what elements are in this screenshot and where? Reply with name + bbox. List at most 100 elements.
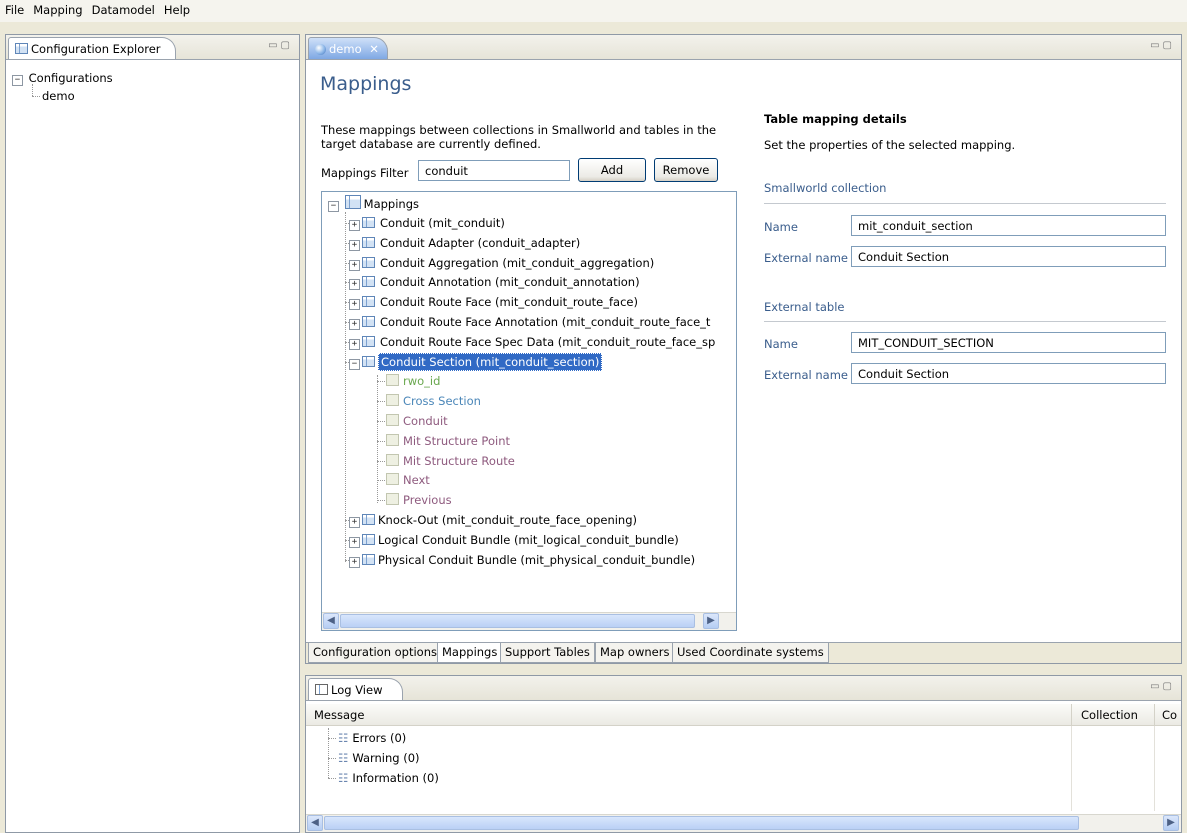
menu-help[interactable]: Help xyxy=(159,0,194,17)
scrollbar-thumb[interactable] xyxy=(324,816,1079,830)
tree-item[interactable]: + Conduit Route Face (mit_conduit_route_f… xyxy=(349,293,640,311)
expand-icon[interactable]: + xyxy=(349,220,360,231)
tree-item[interactable]: + Conduit Route Face Spec Data (mit_condu… xyxy=(349,333,717,351)
collection-external-name-field[interactable] xyxy=(851,246,1166,267)
tree-item[interactable]: − Conduit Section (mit_conduit_section) xyxy=(349,352,603,371)
log-row[interactable]: ☷ Information (0) xyxy=(338,769,439,787)
scroll-left-icon[interactable]: ◀ xyxy=(323,613,339,629)
log-row-label: Warning (0) xyxy=(352,751,420,765)
tree-node-configurations[interactable]: − Configurations xyxy=(12,69,113,87)
tab-log-view[interactable]: Log View xyxy=(308,678,403,700)
table-group-icon xyxy=(344,195,361,209)
tree-item-label: Knock-Out (mit_conduit_route_face_openin… xyxy=(378,513,638,527)
tree-field[interactable]: Previous xyxy=(386,491,452,509)
table-icon xyxy=(362,256,375,268)
tree-item[interactable]: + Conduit Annotation (mit_conduit_annotat… xyxy=(349,273,642,291)
log-horizontal-scrollbar[interactable]: ◀ ▶ xyxy=(306,814,1181,832)
table-icon xyxy=(362,296,375,308)
add-button[interactable]: Add xyxy=(578,158,646,182)
expand-icon[interactable]: + xyxy=(349,517,360,528)
menu-mapping[interactable]: Mapping xyxy=(28,0,86,17)
description-line-1: These mappings between collections in Sm… xyxy=(321,123,717,137)
log-view-icon xyxy=(315,684,328,695)
field-icon xyxy=(386,433,399,446)
scroll-right-icon[interactable]: ▶ xyxy=(1163,815,1179,831)
configuration-explorer-view: Configuration Explorer ▭▢ − Configuratio… xyxy=(5,34,300,833)
collapse-icon[interactable]: − xyxy=(349,358,360,370)
tree-item-label: Conduit (mit_conduit) xyxy=(380,216,505,230)
tree-item[interactable]: + Conduit Aggregation (mit_conduit_aggreg… xyxy=(349,254,656,272)
table-icon xyxy=(362,236,375,248)
tree-field[interactable]: Mit Structure Route xyxy=(386,452,515,470)
tree-field[interactable]: Conduit xyxy=(386,412,448,430)
expand-icon[interactable]: + xyxy=(349,556,360,568)
tree-item[interactable]: + Conduit (mit_conduit) xyxy=(349,214,507,232)
tab-configuration-options[interactable]: Configuration options xyxy=(308,643,443,663)
mappings-tree[interactable]: − Mappings + Conduit (mit_conduit) + Condui… xyxy=(321,191,737,631)
tree-item[interactable]: + Conduit Route Face Annotation (mit_cond… xyxy=(349,313,712,331)
field-icon xyxy=(386,394,399,407)
collapse-icon[interactable]: − xyxy=(328,201,339,212)
tree-field[interactable]: Mit Structure Point xyxy=(386,432,510,450)
editor-page-tabs: Configuration options Mappings Support T… xyxy=(306,642,1181,663)
table-name-field[interactable] xyxy=(851,332,1166,353)
log-window-controls[interactable]: ▭▢ xyxy=(1150,681,1175,692)
expand-icon[interactable]: + xyxy=(349,319,360,330)
column-collection[interactable]: Collection xyxy=(1081,708,1138,722)
remove-button[interactable]: Remove xyxy=(654,158,718,182)
tab-demo[interactable]: demo ✕ xyxy=(308,37,388,59)
tree-item[interactable]: + Physical Conduit Bundle (mit_physical_c… xyxy=(349,551,695,569)
divider xyxy=(764,321,1166,322)
field-icon xyxy=(386,473,399,486)
name-label: Name xyxy=(764,220,798,234)
tree-item-label: Conduit Aggregation (mit_conduit_aggrega… xyxy=(380,255,655,270)
scroll-left-icon[interactable]: ◀ xyxy=(307,815,323,831)
tree-horizontal-scrollbar[interactable]: ◀ ▶ xyxy=(322,612,736,630)
collection-name-field[interactable] xyxy=(851,215,1166,236)
expand-icon[interactable]: + xyxy=(349,279,360,291)
expand-icon[interactable]: + xyxy=(349,259,360,271)
description-line-2: target database are currently defined. xyxy=(321,137,541,151)
table-icon xyxy=(362,335,375,347)
tree-field-label: Conduit xyxy=(403,414,448,428)
mappings-filter-input[interactable] xyxy=(418,160,570,181)
tab-support-tables[interactable]: Support Tables xyxy=(500,643,595,663)
tree-field-label: Mit Structure Point xyxy=(403,433,510,448)
table-external-name-field[interactable] xyxy=(851,363,1166,384)
editor-window-controls[interactable]: ▭▢ xyxy=(1150,40,1175,51)
table-external-name-label: External name xyxy=(764,368,848,382)
column-co[interactable]: Co xyxy=(1162,708,1177,722)
tree-item[interactable]: + Knock-Out (mit_conduit_route_face_openi… xyxy=(349,511,637,529)
table-icon xyxy=(15,43,28,54)
expand-icon[interactable]: + xyxy=(349,239,360,251)
tab-map-owners[interactable]: Map owners xyxy=(595,643,675,663)
explorer-window-controls[interactable]: ▭▢ xyxy=(268,40,293,51)
log-row[interactable]: ☷ Warning (0) xyxy=(338,749,420,767)
collapse-icon[interactable]: − xyxy=(12,75,23,86)
menu-datamodel[interactable]: Datamodel xyxy=(87,0,159,17)
log-row-label: Information (0) xyxy=(352,771,439,785)
menu-file[interactable]: File xyxy=(0,0,28,17)
close-icon[interactable]: ✕ xyxy=(369,42,379,56)
expand-icon[interactable]: + xyxy=(349,338,360,350)
expand-icon[interactable]: + xyxy=(349,299,360,311)
tree-field[interactable]: Next xyxy=(386,471,430,489)
tree-item-label: Conduit Annotation (mit_conduit_annotati… xyxy=(380,275,640,290)
scroll-right-icon[interactable]: ▶ xyxy=(703,613,719,629)
tree-root-mappings[interactable]: − Mappings xyxy=(328,195,419,213)
tree-field[interactable]: Cross Section xyxy=(386,392,481,410)
tree-item-label: Physical Conduit Bundle (mit_physical_co… xyxy=(378,552,696,567)
table-icon xyxy=(362,316,375,327)
log-row[interactable]: ☷ Errors (0) xyxy=(338,729,406,747)
tab-used-coordinate-systems[interactable]: Used Coordinate systems xyxy=(672,643,829,663)
tree-field[interactable]: rwo_id xyxy=(386,372,440,390)
scrollbar-thumb[interactable] xyxy=(340,614,695,628)
column-message[interactable]: Message xyxy=(314,708,364,722)
expand-icon[interactable]: + xyxy=(349,536,360,548)
tab-configuration-explorer[interactable]: Configuration Explorer xyxy=(8,37,176,59)
tree-field-label: Previous xyxy=(403,493,452,508)
tree-item[interactable]: + Logical Conduit Bundle (mit_logical_con… xyxy=(349,531,679,549)
tree-node-demo[interactable]: demo xyxy=(42,87,75,105)
tree-item[interactable]: + Conduit Adapter (conduit_adapter) xyxy=(349,234,582,252)
tab-mappings[interactable]: Mappings xyxy=(437,643,503,663)
